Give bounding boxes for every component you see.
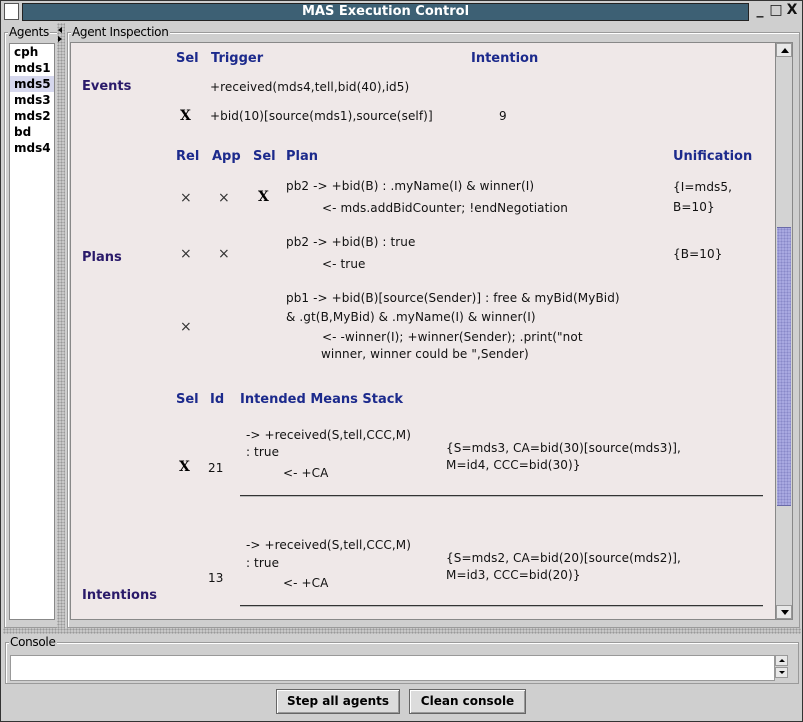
scroll-down-arrow-icon xyxy=(781,610,789,615)
console-label: Console xyxy=(9,635,57,649)
scroll-down-button[interactable] xyxy=(776,605,792,619)
plan-relevant-mark: × xyxy=(180,246,192,262)
plan-head: pb2 -> +bid(B) : .myName(I) & winner(I) xyxy=(286,179,535,193)
event-trigger: +received(mds4,tell,bid(40),id5) xyxy=(210,80,410,94)
plan-body-cont: winner, winner could be ",Sender) xyxy=(321,347,529,361)
event-trigger: +bid(10)[source(mds1),source(self)] xyxy=(210,109,433,123)
events-section-label: Events xyxy=(82,79,132,94)
intended-means-unifier-cont: M=id4, CCC=bid(30)} xyxy=(446,458,581,472)
step-all-agents-button[interactable]: Step all agents xyxy=(276,689,400,714)
intended-means-body: <- +CA xyxy=(283,466,329,480)
intention-id: 13 xyxy=(208,571,224,585)
intention-selected-mark: X xyxy=(179,459,190,475)
intended-means-unifier: {S=mds2, CA=bid(20)[source(mds2)], xyxy=(446,551,681,565)
intended-means-trigger: -> +received(S,tell,CCC,M) xyxy=(246,538,411,552)
intentions-id-header: Id xyxy=(210,392,225,407)
agent-item[interactable]: mds4 xyxy=(10,140,54,156)
plan-body: <- mds.addBidCounter; !endNegotiation xyxy=(322,201,568,215)
plan-head: pb2 -> +bid(B) : true xyxy=(286,235,416,249)
console-scroll-up-button[interactable] xyxy=(775,655,788,666)
plan-selected-mark: X xyxy=(258,189,269,205)
intention-separator xyxy=(240,605,763,607)
agents-list[interactable]: cph mds1 mds5 mds3 mds2 bd mds4 xyxy=(9,43,55,620)
plan-body: <- true xyxy=(322,257,366,271)
inspection-vertical-scrollbar[interactable] xyxy=(775,42,793,620)
collapse-left-arrow-icon[interactable] xyxy=(58,27,62,33)
agent-item[interactable]: bd xyxy=(10,124,54,140)
vertical-splitter[interactable] xyxy=(57,23,65,629)
mas-execution-control-window: MAS Execution Control _ □ X Agents cph m… xyxy=(0,0,803,722)
plan-body: <- -winner(I); +winner(Sender); .print("… xyxy=(322,330,583,344)
console-scrollbar[interactable] xyxy=(775,655,789,679)
intended-means-body: <- +CA xyxy=(283,576,329,590)
plan-unification: {B=10} xyxy=(673,247,723,261)
console-output[interactable] xyxy=(10,655,775,681)
plan-head: pb1 -> +bid(B)[source(Sender)] : free & … xyxy=(286,291,620,305)
console-scroll-up-icon xyxy=(779,659,785,662)
agent-item[interactable]: mds3 xyxy=(10,92,54,108)
plans-sel-header: Sel xyxy=(253,149,276,164)
events-trigger-header: Trigger xyxy=(211,51,264,66)
plan-relevant-mark: × xyxy=(180,190,192,206)
intended-means-context: : true xyxy=(246,556,280,570)
agent-item[interactable]: mds1 xyxy=(10,60,54,76)
plans-app-header: App xyxy=(212,149,241,164)
agent-item[interactable]: mds2 xyxy=(10,108,54,124)
plans-rel-header: Rel xyxy=(176,149,200,164)
agent-inspection-view[interactable]: Sel Trigger Intention Events +received(m… xyxy=(70,42,776,620)
minimize-button[interactable]: _ xyxy=(752,2,768,18)
window-title: MAS Execution Control xyxy=(22,3,749,21)
events-sel-header: Sel xyxy=(176,51,199,66)
console-scroll-down-button[interactable] xyxy=(775,667,788,678)
agent-item[interactable]: cph xyxy=(10,44,54,60)
agent-inspection-label: Agent Inspection xyxy=(71,25,170,39)
intended-means-context: : true xyxy=(246,445,280,459)
scroll-up-arrow-icon xyxy=(781,48,789,53)
maximize-button[interactable]: □ xyxy=(768,2,784,18)
scroll-thumb[interactable] xyxy=(777,227,791,506)
event-intention-id: 9 xyxy=(499,109,507,123)
plan-unification: {I=mds5, xyxy=(673,180,733,194)
intended-means-unifier-cont: M=id3, CCC=bid(20)} xyxy=(446,568,581,582)
close-button[interactable]: X xyxy=(784,2,800,18)
intended-means-trigger: -> +received(S,tell,CCC,M) xyxy=(246,428,411,442)
plans-unification-header: Unification xyxy=(673,149,753,164)
plan-relevant-mark: × xyxy=(180,319,192,335)
plan-unification-cont: B=10} xyxy=(673,200,715,214)
agent-item-selected[interactable]: mds5 xyxy=(10,76,54,92)
plans-plan-header: Plan xyxy=(286,149,319,164)
scroll-up-button[interactable] xyxy=(776,43,792,57)
plans-section-label: Plans xyxy=(82,250,122,265)
plan-applicable-mark: × xyxy=(218,190,230,206)
clean-console-button[interactable]: Clean console xyxy=(409,689,526,714)
plan-head-cont: & .gt(B,MyBid) & .myName(I) & winner(I) xyxy=(286,310,536,324)
events-intention-header: Intention xyxy=(471,51,539,66)
intentions-section-label: Intentions xyxy=(82,588,157,603)
intentions-sel-header: Sel xyxy=(176,392,199,407)
window-menu-icon[interactable] xyxy=(4,3,19,20)
intention-separator xyxy=(240,495,763,497)
intention-id: 21 xyxy=(208,461,224,475)
event-selected-mark: X xyxy=(180,108,191,124)
console-scroll-down-icon xyxy=(779,671,785,674)
title-bar[interactable]: MAS Execution Control _ □ X xyxy=(1,1,802,22)
intended-means-unifier: {S=mds3, CA=bid(30)[source(mds3)], xyxy=(446,441,681,455)
intentions-stack-header: Intended Means Stack xyxy=(240,392,404,407)
plan-applicable-mark: × xyxy=(218,246,230,262)
horizontal-splitter[interactable] xyxy=(3,628,801,634)
agents-group-label: Agents xyxy=(8,25,50,39)
expand-right-arrow-icon[interactable] xyxy=(58,36,62,42)
